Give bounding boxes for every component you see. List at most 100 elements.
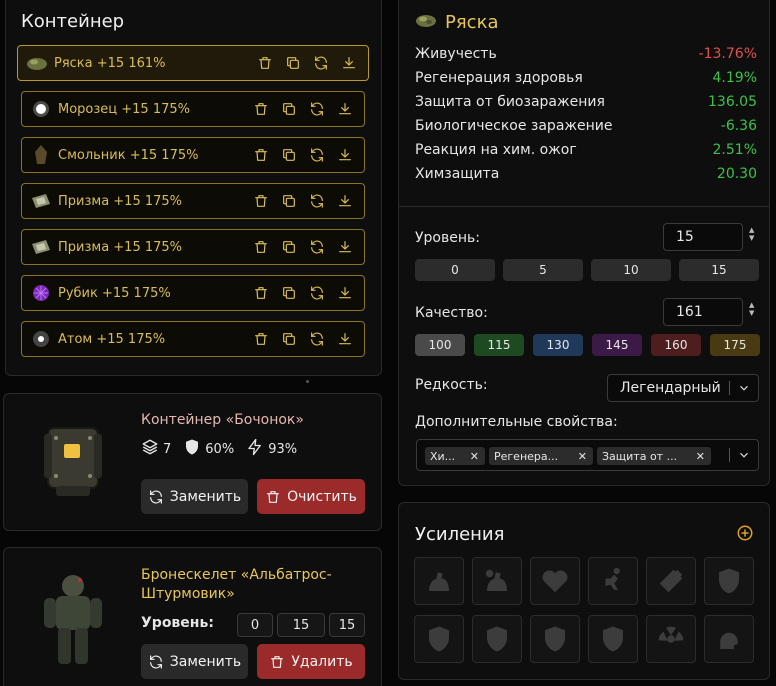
trash-icon[interactable] bbox=[252, 100, 270, 118]
level-spinner[interactable]: ▲ ▼ bbox=[749, 226, 754, 242]
protection-value: 60% bbox=[205, 441, 235, 457]
boost-slot[interactable] bbox=[646, 615, 696, 663]
stat-name: Биологическое заражение bbox=[415, 118, 613, 134]
trash-icon[interactable] bbox=[252, 192, 270, 210]
copy-icon[interactable] bbox=[280, 100, 298, 118]
level-preset-button[interactable]: 0 bbox=[415, 259, 495, 281]
clear-container-button[interactable]: Очистить bbox=[257, 479, 365, 514]
radiation-protection-icon bbox=[487, 626, 507, 652]
boost-slot[interactable] bbox=[588, 557, 638, 605]
trash-icon[interactable] bbox=[252, 284, 270, 302]
thermal-protection-icon bbox=[429, 626, 449, 652]
boost-slot[interactable] bbox=[588, 615, 638, 663]
armor-card: Бронескелет «Альбатрос-Штурмовик» Уровен… bbox=[3, 547, 382, 686]
quality-input[interactable]: 161 bbox=[663, 298, 743, 326]
artifact-row[interactable]: Атом +15 175% bbox=[21, 321, 365, 357]
quality-preset-button[interactable]: 145 bbox=[592, 334, 642, 356]
smolnik-artifact-icon bbox=[30, 144, 52, 166]
remove-tag-icon[interactable]: ✕ bbox=[470, 450, 479, 463]
quality-preset-button[interactable]: 100 bbox=[415, 334, 465, 356]
armor-level-max: 15 bbox=[329, 613, 365, 637]
stat-name: Реакция на хим. ожог bbox=[415, 142, 577, 158]
boost-slot[interactable] bbox=[646, 557, 696, 605]
atom-artifact-icon bbox=[30, 328, 52, 350]
quality-preset-button[interactable]: 130 bbox=[533, 334, 583, 356]
boost-slot[interactable] bbox=[704, 557, 754, 605]
artifact-row[interactable]: Смольник +15 175% bbox=[21, 137, 365, 173]
copy-icon[interactable] bbox=[280, 192, 298, 210]
trash-icon[interactable] bbox=[252, 238, 270, 256]
boost-slot[interactable] bbox=[414, 557, 464, 605]
artifact-label: Морозец +15 175% bbox=[58, 101, 190, 117]
quality-preset-button[interactable]: 115 bbox=[474, 334, 524, 356]
rarity-value: Легендарный bbox=[620, 380, 721, 396]
swap-icon[interactable] bbox=[308, 238, 326, 256]
remove-tag-icon[interactable]: ✕ bbox=[578, 450, 587, 463]
swap-icon[interactable] bbox=[312, 54, 330, 72]
armor-level-input[interactable]: 15 bbox=[277, 613, 325, 637]
artifact-row[interactable]: Ряска +15 161% bbox=[17, 45, 369, 81]
extra-props-select[interactable]: Хи... ✕ Регенера... ✕ Защита от ... ✕ bbox=[416, 439, 759, 471]
swap-icon[interactable] bbox=[308, 192, 326, 210]
protection-stat: 60% bbox=[183, 438, 234, 460]
prop-tag-label: Хи... bbox=[430, 449, 456, 463]
rubik-artifact-icon bbox=[30, 282, 52, 304]
download-icon[interactable] bbox=[336, 146, 354, 164]
artifact-row[interactable]: Рубик +15 175% bbox=[21, 275, 365, 311]
quality-preset-button[interactable]: 175 bbox=[710, 334, 760, 356]
artifact-row-actions bbox=[252, 276, 354, 310]
boost-slot[interactable] bbox=[530, 615, 580, 663]
trash-icon[interactable] bbox=[256, 54, 274, 72]
level-preset-button[interactable]: 5 bbox=[503, 259, 583, 281]
download-icon[interactable] bbox=[336, 238, 354, 256]
level-preset-button[interactable]: 15 bbox=[679, 259, 759, 281]
quality-spinner[interactable]: ▲ ▼ bbox=[749, 301, 754, 317]
swap-icon[interactable] bbox=[308, 100, 326, 118]
bio-protection-icon bbox=[545, 626, 565, 652]
level-input[interactable]: 15 bbox=[663, 223, 743, 251]
swap-icon[interactable] bbox=[308, 330, 326, 348]
trash-icon bbox=[271, 655, 284, 668]
quality-preset-button[interactable]: 160 bbox=[651, 334, 701, 356]
copy-icon[interactable] bbox=[284, 54, 302, 72]
replace-container-button[interactable]: Заменить bbox=[141, 479, 248, 514]
artifact-label: Призма +15 175% bbox=[58, 239, 183, 255]
rarity-select[interactable]: Легендарный bbox=[607, 374, 759, 402]
replace-label: Заменить bbox=[169, 488, 242, 505]
swap-icon[interactable] bbox=[308, 146, 326, 164]
download-icon[interactable] bbox=[336, 284, 354, 302]
container-title: Контейнер bbox=[21, 11, 125, 32]
download-icon[interactable] bbox=[336, 330, 354, 348]
copy-icon[interactable] bbox=[280, 330, 298, 348]
boost-slot[interactable] bbox=[472, 615, 522, 663]
boost-slot[interactable] bbox=[414, 615, 464, 663]
download-icon[interactable] bbox=[336, 100, 354, 118]
swap-icon[interactable] bbox=[308, 284, 326, 302]
container-panel: Контейнер Ряска +15 161% Морозец +15 175%… bbox=[5, 0, 382, 376]
select-divider bbox=[729, 381, 730, 395]
copy-icon[interactable] bbox=[280, 146, 298, 164]
copy-icon[interactable] bbox=[280, 284, 298, 302]
boost-slot[interactable] bbox=[704, 615, 754, 663]
stat-row: Реакция на хим. ожог 2.51% bbox=[415, 142, 757, 164]
remove-tag-icon[interactable]: ✕ bbox=[696, 450, 705, 463]
copy-icon[interactable] bbox=[280, 238, 298, 256]
artifact-row[interactable]: Призма +15 175% bbox=[21, 229, 365, 265]
download-icon[interactable] bbox=[340, 54, 358, 72]
add-boost-icon[interactable] bbox=[736, 524, 754, 542]
delete-armor-button[interactable]: Удалить bbox=[257, 644, 365, 679]
download-icon[interactable] bbox=[336, 192, 354, 210]
artifact-row[interactable]: Морозец +15 175% bbox=[21, 91, 365, 127]
swap-icon bbox=[149, 654, 162, 669]
level-label: Уровень: bbox=[415, 230, 480, 246]
artifact-label: Призма +15 175% bbox=[58, 193, 183, 209]
efficiency-value: 93% bbox=[268, 441, 298, 457]
boost-slot[interactable] bbox=[530, 557, 580, 605]
trash-icon[interactable] bbox=[252, 146, 270, 164]
trash-icon[interactable] bbox=[252, 330, 270, 348]
psy-reduction-icon bbox=[720, 632, 738, 649]
level-preset-button[interactable]: 10 bbox=[591, 259, 671, 281]
boost-slot[interactable] bbox=[472, 557, 522, 605]
replace-armor-button[interactable]: Заменить bbox=[141, 644, 248, 679]
artifact-row[interactable]: Призма +15 175% bbox=[21, 183, 365, 219]
